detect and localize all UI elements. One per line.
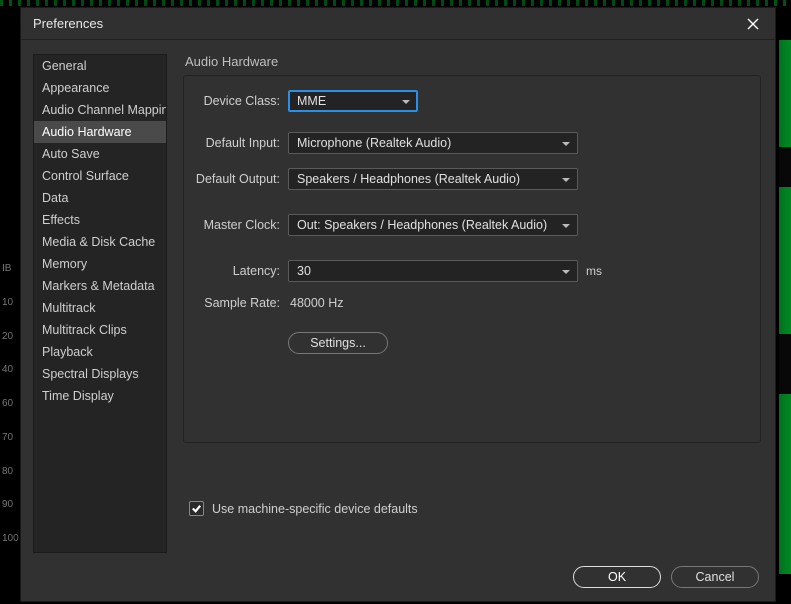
sample-rate-value: 48000 Hz xyxy=(288,296,344,310)
chevron-down-icon xyxy=(401,96,411,106)
chevron-down-icon xyxy=(561,138,571,148)
default-output-dropdown[interactable]: Speakers / Headphones (Realtek Audio) xyxy=(288,168,578,190)
chevron-down-icon xyxy=(561,266,571,276)
master-clock-label: Master Clock: xyxy=(194,218,288,232)
default-input-label: Default Input: xyxy=(194,136,288,150)
sidebar-item-spectral-displays[interactable]: Spectral Displays xyxy=(34,363,166,385)
sidebar-item-media-disk-cache[interactable]: Media & Disk Cache xyxy=(34,231,166,253)
ok-button[interactable]: OK xyxy=(573,566,661,588)
close-icon xyxy=(747,18,759,30)
settings-button[interactable]: Settings... xyxy=(288,332,388,354)
sidebar-item-control-surface[interactable]: Control Surface xyxy=(34,165,166,187)
default-input-value: Microphone (Realtek Audio) xyxy=(297,136,451,150)
sidebar-item-multitrack-clips[interactable]: Multitrack Clips xyxy=(34,319,166,341)
background-waveform-right xyxy=(779,40,791,574)
background-waveform-top xyxy=(0,0,791,6)
machine-defaults-checkbox[interactable] xyxy=(189,501,204,516)
master-clock-value: Out: Speakers / Headphones (Realtek Audi… xyxy=(297,218,547,232)
latency-unit: ms xyxy=(578,264,602,278)
sidebar-item-effects[interactable]: Effects xyxy=(34,209,166,231)
sidebar-item-appearance[interactable]: Appearance xyxy=(34,77,166,99)
check-icon xyxy=(191,503,202,514)
cancel-button[interactable]: Cancel xyxy=(671,566,759,588)
default-output-value: Speakers / Headphones (Realtek Audio) xyxy=(297,172,520,186)
latency-dropdown[interactable]: 30 xyxy=(288,260,578,282)
category-sidebar: General Appearance Audio Channel Mapping… xyxy=(33,54,167,553)
chevron-down-icon xyxy=(561,174,571,184)
sidebar-item-auto-save[interactable]: Auto Save xyxy=(34,143,166,165)
master-clock-dropdown[interactable]: Out: Speakers / Headphones (Realtek Audi… xyxy=(288,214,578,236)
device-class-dropdown[interactable]: MME xyxy=(288,90,418,112)
sidebar-item-markers-metadata[interactable]: Markers & Metadata xyxy=(34,275,166,297)
dialog-footer: OK Cancel xyxy=(21,553,775,601)
machine-defaults-label: Use machine-specific device defaults xyxy=(212,502,418,516)
default-input-dropdown[interactable]: Microphone (Realtek Audio) xyxy=(288,132,578,154)
sidebar-item-time-display[interactable]: Time Display xyxy=(34,385,166,407)
latency-label: Latency: xyxy=(194,264,288,278)
sidebar-item-audio-hardware[interactable]: Audio Hardware xyxy=(34,121,166,143)
device-class-label: Device Class: xyxy=(194,94,288,108)
sample-rate-label: Sample Rate: xyxy=(194,296,288,310)
close-button[interactable] xyxy=(741,12,765,36)
sidebar-item-audio-channel-mapping[interactable]: Audio Channel Mapping xyxy=(34,99,166,121)
main-panel: Audio Hardware Device Class: MME Default… xyxy=(183,54,761,553)
background-db-ruler: IB 10 20 40 60 70 80 90 100 xyxy=(0,260,20,604)
sidebar-item-general[interactable]: General xyxy=(34,55,166,77)
sidebar-item-playback[interactable]: Playback xyxy=(34,341,166,363)
default-output-label: Default Output: xyxy=(194,172,288,186)
chevron-down-icon xyxy=(561,220,571,230)
preferences-dialog: Preferences General Appearance Audio Cha… xyxy=(20,7,776,602)
sidebar-item-memory[interactable]: Memory xyxy=(34,253,166,275)
panel-title: Audio Hardware xyxy=(183,54,761,69)
dialog-title: Preferences xyxy=(33,16,103,31)
latency-value: 30 xyxy=(297,264,311,278)
device-class-value: MME xyxy=(297,94,326,108)
audio-hardware-fieldset: Device Class: MME Default Input: Microph… xyxy=(183,75,761,443)
titlebar: Preferences xyxy=(21,8,775,40)
sidebar-item-data[interactable]: Data xyxy=(34,187,166,209)
machine-defaults-row: Use machine-specific device defaults xyxy=(189,501,761,516)
sidebar-item-multitrack[interactable]: Multitrack xyxy=(34,297,166,319)
